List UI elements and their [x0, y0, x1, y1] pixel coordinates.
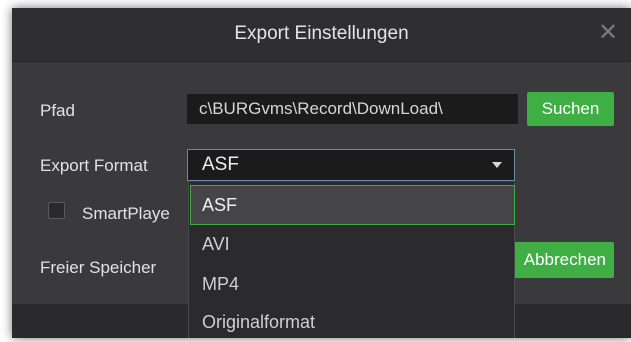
smartplayer-label: SmartPlaye	[82, 204, 170, 223]
export-format-select[interactable]: ASF	[187, 149, 515, 181]
export-format-value: ASF	[202, 154, 239, 175]
browse-button[interactable]: Suchen	[527, 92, 614, 126]
dialog-titlebar: Export Einstellungen ✕	[12, 8, 631, 62]
cancel-button[interactable]: Abbrechen	[510, 242, 614, 278]
smartplayer-checkbox[interactable]	[48, 202, 65, 219]
format-option-avi[interactable]: AVI	[190, 224, 515, 264]
free-storage-label: Freier Speicher	[40, 258, 157, 277]
format-option-asf[interactable]: ASF	[190, 185, 515, 225]
path-label: Pfad	[40, 101, 75, 120]
close-icon[interactable]: ✕	[595, 20, 621, 46]
path-input[interactable]: c\BURGvms\Record\DownLoad\	[187, 94, 518, 124]
dialog-title: Export Einstellungen	[234, 23, 409, 44]
format-option-mp4[interactable]: MP4	[190, 264, 515, 304]
export-format-dropdown: ASF AVI MP4 Originalformat	[188, 182, 515, 338]
format-option-original[interactable]: Originalformat	[190, 302, 515, 342]
chevron-down-icon[interactable]	[492, 162, 502, 168]
cancel-button-label: Abbrechen	[523, 250, 606, 269]
export-format-label: Export Format	[40, 156, 148, 175]
